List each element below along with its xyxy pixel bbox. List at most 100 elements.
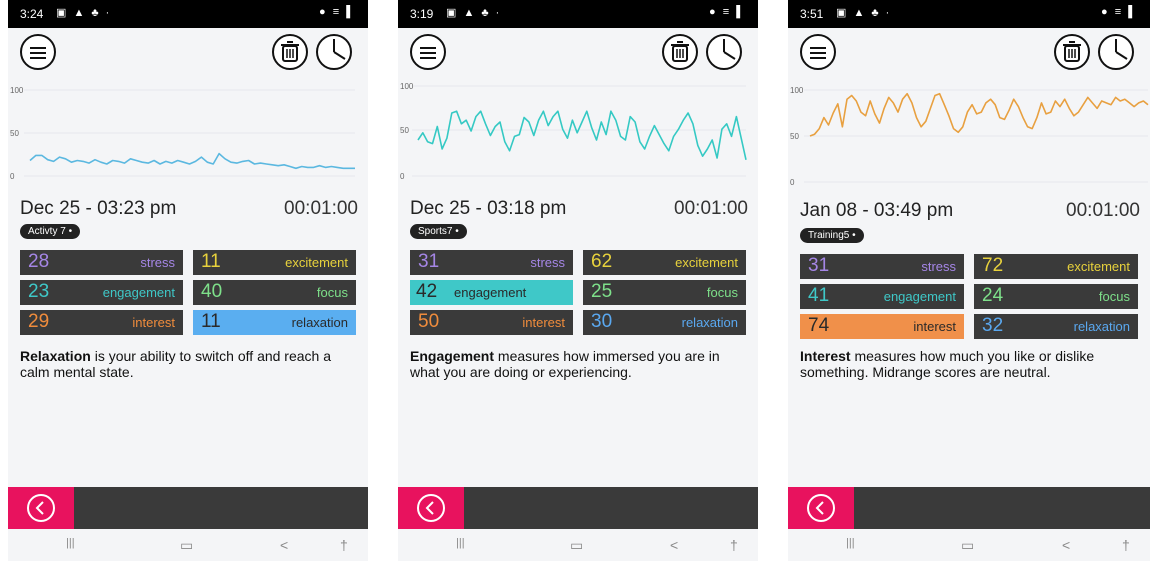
metric-tile-stress[interactable]: 28 stress — [20, 250, 183, 275]
tag-dot-icon: • — [849, 230, 856, 241]
back-chevron-icon — [807, 494, 835, 522]
metric-label: excitement — [675, 255, 738, 270]
recent-apps-button[interactable]: ||| — [66, 537, 75, 549]
metric-value: 23 — [28, 281, 50, 302]
metric-tile-stress[interactable]: 31 stress — [800, 254, 964, 279]
session-duration: 00:01:00 — [284, 198, 358, 219]
metric-tile-engagement[interactable]: 42 engagement — [410, 280, 573, 305]
metric-tile-engagement[interactable]: 41 engagement — [800, 284, 964, 309]
metric-value: 72 — [982, 255, 1004, 276]
description-metric-name: Interest — [800, 348, 851, 364]
metric-label: relaxation — [681, 315, 738, 330]
back-chevron-icon — [417, 494, 445, 522]
metric-label: relaxation — [1073, 319, 1130, 334]
phone-screen: 3:51 ▣ ▲ ♣ · ● ≡ ▌ 100 50 0 Jan 08 - 03:49 pm 0… — [788, 0, 1150, 561]
y-tick-label: 0 — [10, 172, 15, 181]
metric-label: interest — [132, 315, 175, 330]
metric-label: engagement — [454, 285, 527, 300]
recent-apps-button[interactable]: ||| — [456, 537, 465, 549]
metric-label: interest — [913, 319, 956, 334]
metric-label: interest — [522, 315, 565, 330]
metric-label: focus — [316, 285, 348, 300]
metric-line-chart: 100 50 0 — [8, 0, 368, 200]
metric-tile-focus[interactable]: 40 focus — [193, 280, 356, 305]
y-tick-label: 100 — [10, 86, 24, 95]
metric-description: Engagement measures how immersed you are… — [410, 348, 736, 380]
back-button[interactable] — [788, 487, 854, 529]
back-button[interactable] — [8, 487, 74, 529]
recent-apps-button[interactable]: ||| — [846, 537, 855, 549]
activity-tag-label: Activty 7 — [28, 226, 66, 237]
metric-value: 11 — [201, 251, 221, 272]
back-nav-button[interactable]: < — [1062, 537, 1070, 553]
home-button[interactable]: ▭ — [961, 537, 974, 554]
activity-tag[interactable]: Activty 7 • — [20, 224, 81, 239]
metric-value: 41 — [808, 285, 830, 306]
metric-label: relaxation — [291, 315, 348, 330]
back-button[interactable] — [398, 487, 464, 529]
metric-tile-focus[interactable]: 25 focus — [583, 280, 746, 305]
home-button[interactable]: ▭ — [570, 537, 583, 554]
accessibility-icon[interactable]: † — [1122, 537, 1130, 553]
y-tick-label: 0 — [790, 178, 795, 187]
metric-label: stress — [140, 255, 175, 270]
metric-tile-excitement[interactable]: 62 excitement — [583, 250, 746, 275]
accessibility-icon[interactable]: † — [730, 537, 738, 553]
metric-value: 32 — [982, 315, 1004, 336]
session-date: Dec 25 - 03:18 pm — [410, 198, 567, 219]
y-tick-label: 50 — [400, 126, 409, 135]
description-metric-name: Engagement — [410, 348, 495, 364]
bottom-toolbar — [8, 487, 368, 529]
metric-tile-engagement[interactable]: 23 engagement — [20, 280, 183, 305]
metric-label: excitement — [1067, 259, 1130, 274]
y-tick-label: 50 — [790, 132, 799, 141]
phone-screen: 3:19 ▣ ▲ ♣ · ● ≡ ▌ 100 50 0 Dec 25 - 03:18 pm 0… — [398, 0, 758, 561]
metric-label: engagement — [883, 289, 956, 304]
metric-value: 30 — [591, 311, 613, 332]
metric-value: 50 — [418, 311, 440, 332]
metric-value: 40 — [201, 281, 223, 302]
metric-tile-excitement[interactable]: 72 excitement — [974, 254, 1138, 279]
metric-label: engagement — [102, 285, 175, 300]
metric-description: Relaxation is your ability to switch off… — [20, 348, 346, 380]
tag-dot-icon: • — [452, 226, 459, 237]
y-tick-label: 50 — [10, 129, 19, 138]
chart-svg: 100 50 0 — [400, 82, 747, 181]
activity-tag[interactable]: Sports7 • — [410, 224, 467, 239]
metric-tile-relaxation[interactable]: 30 relaxation — [583, 310, 746, 335]
metric-tile-excitement[interactable]: 11 excitement — [193, 250, 356, 275]
session-duration: 00:01:00 — [674, 198, 748, 219]
activity-tag[interactable]: Training5 • — [800, 228, 864, 243]
metric-tile-interest[interactable]: 74 interest — [800, 314, 964, 339]
metric-value: 31 — [418, 251, 440, 272]
description-metric-name: Relaxation — [20, 348, 91, 364]
metric-value: 29 — [28, 311, 50, 332]
metric-tile-interest[interactable]: 50 interest — [410, 310, 573, 335]
metric-tile-relaxation[interactable]: 11 relaxation — [193, 310, 356, 335]
phone-screen: 3:24 ▣ ▲ ♣ · ● ≡ ▌ 100 50 0 Dec 25 - 03:23 pm 0… — [8, 0, 368, 561]
metric-tile-relaxation[interactable]: 32 relaxation — [974, 314, 1138, 339]
metric-tile-stress[interactable]: 31 stress — [410, 250, 573, 275]
metric-description: Interest measures how much you like or d… — [800, 348, 1128, 380]
system-navigation-bar: ||| ▭ < † — [398, 529, 758, 561]
metric-value: 42 — [416, 281, 438, 302]
metric-value: 62 — [591, 251, 613, 272]
back-nav-button[interactable]: < — [670, 537, 678, 553]
back-nav-button[interactable]: < — [280, 537, 288, 553]
metric-line-chart: 100 50 0 — [788, 0, 1150, 200]
metric-value: 28 — [28, 251, 50, 272]
y-tick-label: 0 — [400, 172, 405, 181]
metric-value: 74 — [808, 315, 830, 336]
system-navigation-bar: ||| ▭ < † — [788, 529, 1150, 561]
metric-tile-focus[interactable]: 24 focus — [974, 284, 1138, 309]
data-series-line — [29, 152, 355, 170]
activity-tag-label: Training5 — [808, 230, 850, 241]
home-button[interactable]: ▭ — [180, 537, 193, 554]
accessibility-icon[interactable]: † — [340, 537, 348, 553]
metric-value: 24 — [982, 285, 1004, 306]
system-navigation-bar: ||| ▭ < † — [8, 529, 368, 561]
session-date: Jan 08 - 03:49 pm — [800, 200, 954, 221]
data-series-line — [809, 92, 1149, 137]
metric-label: focus — [706, 285, 738, 300]
metric-tile-interest[interactable]: 29 interest — [20, 310, 183, 335]
